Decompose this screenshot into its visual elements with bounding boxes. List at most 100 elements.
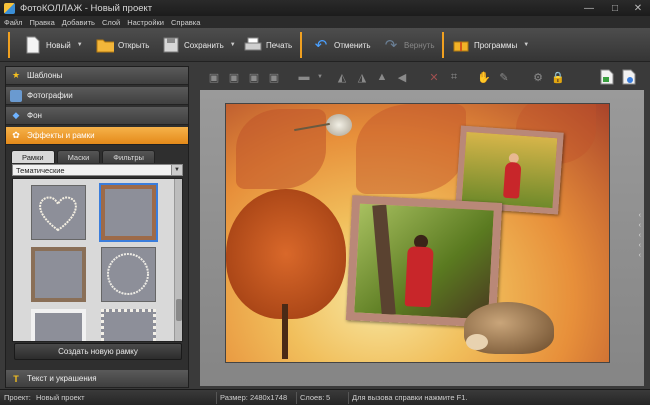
hand-icon[interactable]: ✋	[476, 69, 492, 85]
status-separator	[296, 392, 297, 404]
frame-thumbnail[interactable]	[31, 185, 86, 240]
poppy-seed-pod-image[interactable]	[326, 114, 352, 136]
crop-icon[interactable]: ⌗	[446, 69, 462, 85]
frame-thumbnail[interactable]	[101, 247, 156, 302]
folder-icon	[96, 35, 114, 55]
star-icon: ★	[11, 70, 21, 80]
menu-settings[interactable]: Настройки	[127, 18, 164, 27]
menu-add[interactable]: Добавить	[62, 18, 95, 27]
chevron-down-icon[interactable]: ▼	[230, 42, 236, 48]
autumn-tree-image[interactable]	[226, 189, 346, 319]
status-layers-value: 5	[326, 393, 331, 402]
edit-toolbar: ▣ ▣ ▣ ▣ ▬ ▼ ◭ ◮ ▲ ◀ ✕ ⌗ ✋ ✎ ⚙ 🔒	[200, 66, 644, 88]
frame-thumbnail[interactable]	[31, 309, 86, 341]
lock-icon[interactable]: 🔒	[550, 69, 566, 85]
tab-masks[interactable]: Маски	[56, 150, 101, 163]
menu-file[interactable]: Файл	[4, 18, 22, 27]
frame-thumbnail[interactable]	[99, 183, 158, 242]
frame-thumbnail[interactable]	[31, 247, 86, 302]
gallery-scrollbar[interactable]	[174, 179, 182, 341]
settings-document-icon[interactable]	[620, 68, 638, 86]
save-button[interactable]: Сохранить ▼	[162, 32, 236, 58]
align-icon[interactable]: ▬	[296, 69, 312, 85]
undo-button[interactable]: ↶ Отменить	[312, 32, 371, 58]
print-label: Печать	[266, 40, 293, 50]
autumn-leaf-decoration	[356, 104, 466, 194]
close-button[interactable]: ✕	[628, 1, 648, 15]
gear-icon[interactable]: ⚙	[530, 69, 546, 85]
frame-thumbnail[interactable]	[101, 309, 156, 341]
rotate-right-icon[interactable]: ◮	[354, 69, 370, 85]
status-bar: Проект: Новый проект Размер: 2480x1748 С…	[0, 389, 650, 405]
new-button[interactable]: Новый ▼	[24, 32, 83, 58]
palette-icon: ✿	[12, 130, 20, 140]
maximize-button[interactable]: □	[602, 1, 628, 15]
chevron-left-icon[interactable]: ‹	[639, 222, 641, 229]
tab-frames[interactable]: Рамки	[11, 150, 55, 163]
chevron-down-icon[interactable]: ▼	[523, 42, 529, 48]
scrollbar-thumb[interactable]	[176, 299, 182, 321]
tab-filters[interactable]: Фильтры	[102, 150, 155, 163]
chevron-down-icon[interactable]: ▼	[77, 42, 83, 48]
paint-bucket-icon: ◆	[12, 110, 20, 120]
collage-canvas[interactable]	[225, 103, 610, 363]
redo-label: Вернуть	[404, 40, 435, 50]
section-effects-frames[interactable]: ✿ Эффекты и рамки	[6, 127, 188, 145]
chevron-left-icon[interactable]: ‹	[639, 212, 641, 219]
flip-horizontal-icon[interactable]: ▲	[374, 69, 390, 85]
menu-help[interactable]: Справка	[171, 18, 200, 27]
menu-layer[interactable]: Слой	[102, 18, 120, 27]
export-image-icon[interactable]	[598, 68, 616, 86]
floppy-disk-icon	[162, 35, 180, 55]
section-text-decorations[interactable]: T Текст и украшения	[6, 370, 188, 388]
create-frame-button[interactable]: Создать новую рамку	[14, 343, 182, 360]
section-label: Фон	[27, 111, 42, 120]
person-figure	[404, 246, 434, 308]
rotate-left-icon[interactable]: ◭	[334, 69, 350, 85]
redo-arrow-icon: ↷	[384, 37, 398, 54]
section-templates[interactable]: ★ Шаблоны	[6, 67, 188, 85]
delete-icon[interactable]: ✕	[426, 69, 442, 85]
frames-tabs: Рамки Маски Фильтры	[11, 150, 155, 163]
frame-gallery	[12, 178, 183, 342]
frame-category-select[interactable]: Тематические ▼	[12, 164, 183, 176]
chevron-left-icon[interactable]: ‹	[639, 252, 641, 259]
hedgehog-face	[466, 334, 488, 350]
status-project-value: Новый проект	[36, 393, 85, 402]
print-button[interactable]: Печать	[244, 32, 292, 58]
menu-edit[interactable]: Правка	[29, 18, 54, 27]
chevron-left-icon[interactable]: ‹	[639, 242, 641, 249]
flip-vertical-icon[interactable]: ◀	[394, 69, 410, 85]
open-label: Открыть	[118, 40, 150, 50]
undo-label: Отменить	[334, 40, 371, 50]
printer-icon	[244, 35, 262, 55]
layer-front-icon[interactable]: ▣	[266, 69, 282, 85]
programs-button[interactable]: Программы ▼	[452, 32, 529, 58]
section-label: Шаблоны	[27, 71, 63, 80]
status-size-value: 2480x1748	[250, 393, 288, 402]
new-document-icon	[24, 35, 42, 55]
layer-forward-icon[interactable]: ▣	[246, 69, 262, 85]
save-label: Сохранить	[184, 40, 224, 50]
gift-box-icon	[452, 35, 470, 55]
toolbar-separator	[8, 32, 10, 58]
section-label: Текст и украшения	[27, 374, 97, 383]
chevron-down-icon[interactable]: ▼	[312, 69, 328, 85]
section-label: Эффекты и рамки	[27, 131, 95, 140]
chevron-left-icon[interactable]: ‹	[639, 232, 641, 239]
open-button[interactable]: Открыть	[96, 32, 149, 58]
layer-back-icon[interactable]: ▣	[206, 69, 222, 85]
new-label: Новый	[46, 40, 71, 50]
section-photos[interactable]: Фотографии	[6, 87, 188, 105]
redo-button[interactable]: ↷ Вернуть	[382, 32, 435, 58]
status-separator	[216, 392, 217, 404]
menu-bar: Файл Правка Добавить Слой Настройки Спра…	[0, 16, 650, 28]
section-background[interactable]: ◆ Фон	[6, 107, 188, 125]
effects-wand-icon[interactable]: ✎	[496, 69, 512, 85]
layer-backward-icon[interactable]: ▣	[226, 69, 242, 85]
main-toolbar: Новый ▼ Открыть Сохранить ▼ Печать ↶ Отм…	[0, 28, 650, 62]
autumn-leaf-decoration	[236, 109, 326, 189]
minimize-button[interactable]: —	[576, 1, 602, 15]
chevron-down-icon[interactable]: ▼	[171, 165, 182, 175]
section-label: Фотографии	[27, 91, 73, 100]
